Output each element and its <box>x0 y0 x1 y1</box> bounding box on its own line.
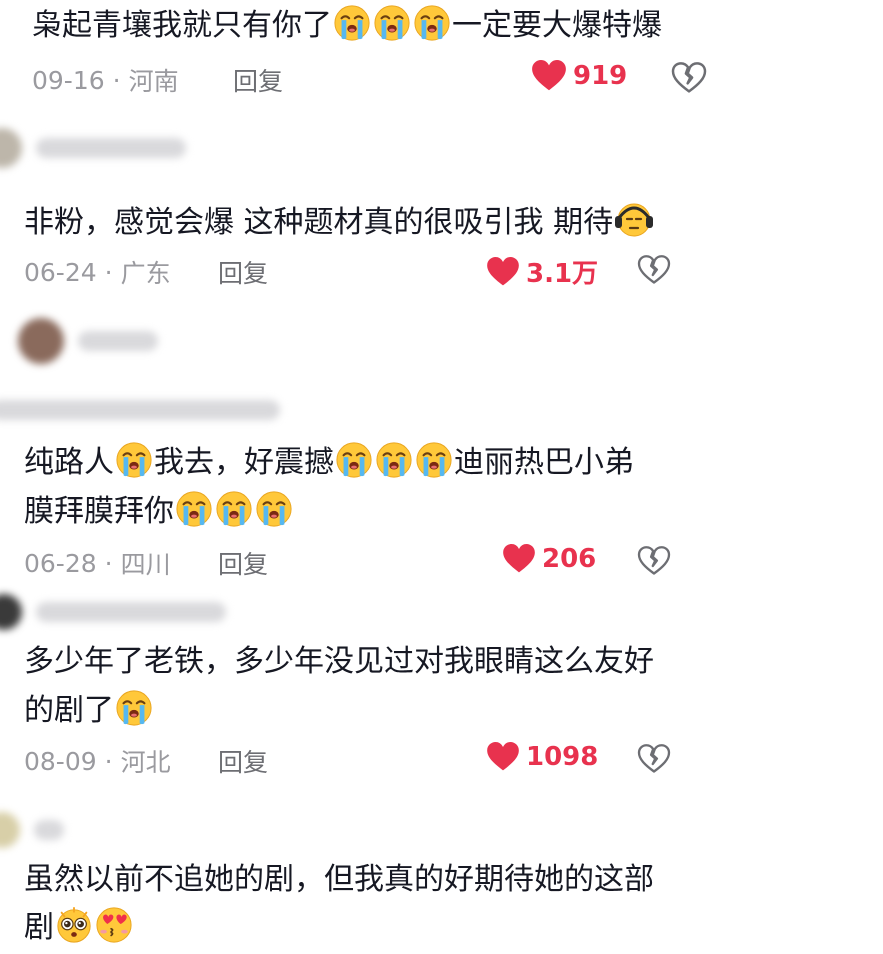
loudly-crying-face-emoji <box>373 4 411 42</box>
comment-item-2: 非粉，感觉会爆 这种题材真的很吸引我 期待 06-24 · 广东 回复 3.1万 <box>0 190 883 300</box>
username-blurred[interactable] <box>36 602 226 622</box>
comment-text-line2: 膜拜膜拜你 <box>24 488 294 535</box>
heart-filled-icon <box>486 257 520 287</box>
like-button[interactable]: 919 <box>531 60 627 92</box>
blurred-user-row <box>0 812 64 848</box>
comment-date: 08-09 <box>24 746 97 776</box>
loudly-crying-face-emoji <box>375 441 413 479</box>
blurred-user-row <box>0 400 280 420</box>
blurred-user-row <box>0 128 186 168</box>
broken-heart-icon[interactable] <box>637 744 671 774</box>
pleading-face-emoji <box>55 906 93 944</box>
like-count: 1098 <box>526 742 599 772</box>
loudly-crying-face-emoji <box>215 490 253 528</box>
loudly-crying-face-emoji <box>115 689 153 727</box>
meta-separator: · <box>104 548 113 578</box>
username-blurred[interactable] <box>36 138 186 158</box>
avatar[interactable] <box>0 812 20 848</box>
like-button[interactable]: 1098 <box>486 742 598 772</box>
comment-item-1: 枭起青壤我就只有你了 一定要大爆特爆 09-16 · 河南 回复 919 <box>0 0 883 110</box>
like-count: 3.1万 <box>526 259 599 289</box>
meta-separator: · <box>112 65 121 95</box>
blurred-user-row <box>0 594 226 630</box>
reply-button[interactable]: 回复 <box>233 62 283 98</box>
comment-date: 06-28 <box>24 548 97 578</box>
comment-text: 枭起青壤我就只有你了 一定要大爆特爆 <box>32 2 662 49</box>
comment-text-line1: 虽然以前不追她的剧，但我真的好期待她的这部 <box>24 862 654 897</box>
meta-separator: · <box>104 257 113 287</box>
meta-separator: · <box>104 746 113 776</box>
loudly-crying-face-emoji <box>335 441 373 479</box>
comment-text-line2: 剧 <box>24 904 134 951</box>
comment-date: 06-24 <box>24 257 97 287</box>
loudly-crying-face-emoji <box>255 490 293 528</box>
loudly-crying-face-emoji <box>413 4 451 42</box>
comment-date: 09-16 <box>32 65 105 95</box>
reply-button[interactable]: 回复 <box>218 254 268 290</box>
comment-meta: 08-09 · 河北 <box>24 743 171 779</box>
comment-text-line2: 的剧了 <box>24 687 154 734</box>
loudly-crying-face-emoji <box>175 490 213 528</box>
like-button[interactable]: 206 <box>502 544 596 574</box>
like-count: 919 <box>573 61 628 91</box>
like-button[interactable]: 3.1万 <box>486 253 598 290</box>
comment-text: 非粉，感觉会爆 这种题材真的很吸引我 期待 <box>24 199 655 246</box>
avatar[interactable] <box>18 318 64 364</box>
like-count: 206 <box>542 544 597 574</box>
comment-item-4: 多少年了老铁，多少年没见过对我眼睛这么友好 的剧了 08-09 · 河北 回复 … <box>0 636 883 786</box>
comment-region: 四川 <box>120 550 171 579</box>
username-blurred[interactable] <box>0 400 280 420</box>
avatar[interactable] <box>0 594 22 630</box>
comment-region: 广东 <box>120 259 171 288</box>
reply-button[interactable]: 回复 <box>218 545 268 581</box>
blurred-user-row <box>18 318 158 364</box>
username-blurred[interactable] <box>78 331 158 351</box>
comment-text-line1: 多少年了老铁，多少年没见过对我眼睛这么友好 <box>24 644 654 679</box>
comment-region: 河南 <box>128 67 179 96</box>
comment-text-line1: 纯路人 我去，好震撼 迪丽热巴小弟 <box>24 439 634 486</box>
reply-button[interactable]: 回复 <box>218 743 268 779</box>
avatar[interactable] <box>0 128 22 168</box>
loudly-crying-face-emoji <box>115 441 153 479</box>
heart-filled-icon <box>486 742 520 772</box>
heart-eyes-kiss-emoji <box>95 906 133 944</box>
heart-filled-icon <box>502 544 536 574</box>
comment-meta: 06-28 · 四川 <box>24 545 171 581</box>
loudly-crying-face-emoji <box>333 4 371 42</box>
comment-region: 河北 <box>120 748 171 777</box>
loudly-crying-face-emoji <box>415 441 453 479</box>
broken-heart-icon[interactable] <box>637 255 671 285</box>
comment-item-3: 纯路人 我去，好震撼 迪丽热巴小弟 膜拜膜拜你 06-28 · 四川 回复 206 <box>0 436 883 586</box>
headphone-face-emoji <box>614 199 654 239</box>
comment-item-5: 虽然以前不追她的剧，但我真的好期待她的这部 剧 <box>0 856 883 954</box>
username-blurred[interactable] <box>34 820 64 840</box>
heart-filled-icon <box>531 60 567 92</box>
comment-meta: 06-24 · 广东 <box>24 254 171 290</box>
broken-heart-icon[interactable] <box>671 62 707 94</box>
comment-meta: 09-16 · 河南 <box>32 62 179 98</box>
broken-heart-icon[interactable] <box>637 546 671 576</box>
